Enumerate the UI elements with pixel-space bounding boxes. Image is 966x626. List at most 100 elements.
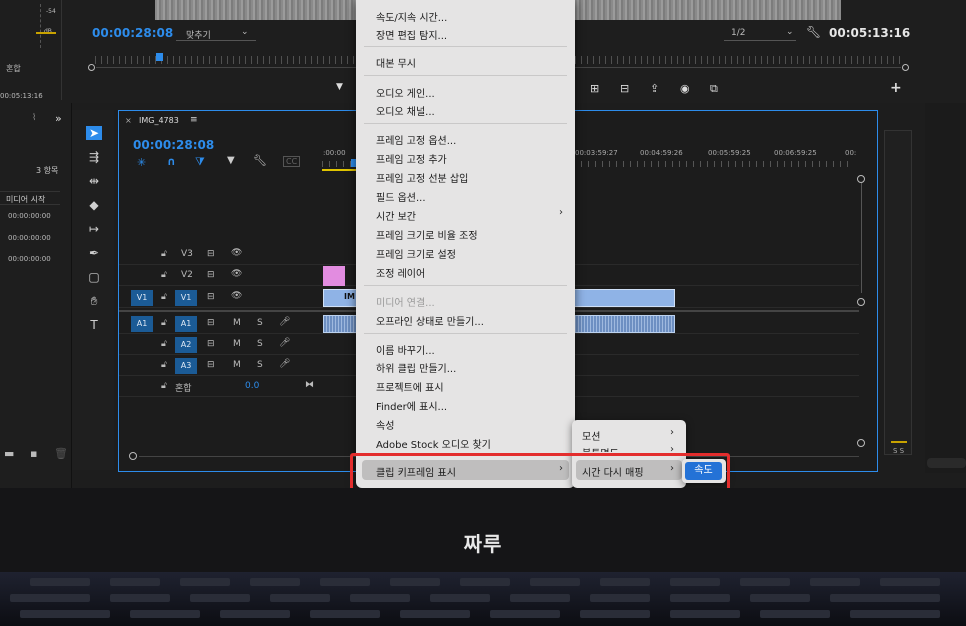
list-item[interactable]: 00:00:00:00 [8, 234, 51, 242]
track-select-tool-icon[interactable]: ⇶ [86, 150, 102, 164]
resolution-dropdown[interactable]: 1/2 [731, 28, 745, 38]
menu-item-adobe-stock-audio[interactable]: Adobe Stock 오디오 찾기 [376, 436, 491, 451]
ripple-edit-tool-icon[interactable]: ⇹ [86, 174, 102, 188]
menu-item-rename[interactable]: 이름 바꾸기... [376, 342, 435, 357]
track-label[interactable]: A2 [175, 337, 197, 353]
solo-button[interactable]: S [257, 360, 263, 370]
source-patch-v1[interactable]: V1 [131, 290, 153, 306]
go-to-end-icon[interactable]: ⧓ [305, 380, 314, 390]
mix-volume-value[interactable]: 0.0 [245, 381, 259, 391]
menu-item-scale-to-frame[interactable]: 프레임 크기로 비율 조정 [376, 227, 478, 242]
microphone-icon[interactable]: 🎤︎ [279, 317, 290, 327]
wrench-icon[interactable]: 🔧︎ [806, 25, 821, 39]
scroll-handle-bottom[interactable] [857, 439, 865, 447]
menu-item-adjustment-layer[interactable]: 조정 레이어 [376, 265, 425, 280]
compare-icon[interactable]: ⧉ [710, 82, 718, 96]
submenu-item-motion[interactable]: 모션 [582, 428, 600, 443]
type-tool-icon[interactable]: T [86, 318, 102, 332]
meter-solo-labels[interactable]: S S [893, 447, 904, 455]
wrench-icon[interactable]: 🔧︎ [253, 154, 267, 167]
overflow-icon[interactable]: » [55, 112, 62, 125]
sequence-tab[interactable]: IMG_4783 [139, 116, 179, 125]
timeline-timecode[interactable]: 00:00:28:08 [133, 138, 214, 152]
extract-icon[interactable]: ⊟ [620, 82, 629, 95]
menu-item-frame-hold-options[interactable]: 프레임 고정 옵션... [376, 132, 456, 147]
marker-icon[interactable]: ▼ [227, 155, 235, 166]
menu-item-time-interpolation[interactable]: 시간 보간 [376, 208, 416, 223]
close-icon[interactable]: × [125, 116, 132, 125]
menu-item-reveal-in-project[interactable]: 프로젝트에 표시 [376, 379, 444, 394]
chevron-down-icon[interactable]: ⌄ [786, 27, 794, 37]
lock-icon[interactable]: 🔓︎ [161, 249, 167, 259]
eye-icon[interactable]: 👁︎ [231, 291, 242, 301]
sync-lock-icon[interactable]: ⊟ [207, 270, 215, 280]
captions-icon[interactable]: CC [283, 156, 301, 167]
trash-icon[interactable]: 🗑︎ [54, 447, 68, 460]
nest-icon[interactable]: ✳ [137, 156, 146, 169]
menu-item-audio-gain[interactable]: 오디오 게인... [376, 85, 435, 100]
track-label[interactable]: V1 [175, 290, 197, 306]
lock-icon[interactable]: 🔓︎ [161, 360, 167, 370]
lock-icon[interactable]: 🔓︎ [161, 339, 167, 349]
eye-icon[interactable]: 👁︎ [231, 269, 242, 279]
sync-lock-icon[interactable]: ⊟ [207, 360, 215, 370]
panel-menu-icon[interactable]: ≡ [190, 115, 198, 125]
lock-icon[interactable]: 🔓︎ [161, 318, 167, 328]
snap-icon[interactable]: ∩ [167, 155, 176, 168]
lock-icon[interactable]: 🔓︎ [161, 381, 167, 391]
menu-item-scene-edit-detect[interactable]: 장면 편집 탐지... [376, 27, 447, 42]
solo-button[interactable]: S [257, 318, 263, 328]
sync-lock-icon[interactable]: ⊟ [207, 318, 215, 328]
track-label[interactable]: A1 [175, 316, 197, 332]
lift-icon[interactable]: ⊞ [590, 82, 599, 95]
menu-item-speed-duration[interactable]: 속도/지속 시간... [376, 9, 447, 24]
mute-button[interactable]: M [233, 318, 241, 328]
hand-tool-icon[interactable]: ✋︎ [86, 294, 102, 308]
scrollbar[interactable] [927, 458, 966, 468]
scroll-handle-right[interactable] [902, 64, 909, 71]
sync-lock-icon[interactable]: ⊟ [207, 249, 215, 259]
playhead-marker[interactable] [156, 53, 163, 61]
scroll-handle-top[interactable] [857, 175, 865, 183]
lock-icon[interactable]: 🔓︎ [161, 270, 167, 280]
menu-item-set-to-frame[interactable]: 프레임 크기로 설정 [376, 246, 456, 261]
linked-selection-icon[interactable]: ⧩ [195, 155, 205, 169]
track-label[interactable]: A3 [175, 358, 197, 374]
menu-item-insert-frame-hold-segment[interactable]: 프레임 고정 선분 삽입 [376, 170, 468, 185]
submenu-item-opacity[interactable]: 불투명도 [582, 445, 619, 452]
menu-item-properties[interactable]: 속성 [376, 417, 394, 432]
panel-scroll-icon[interactable]: ⌇ [32, 113, 36, 123]
mute-button[interactable]: M [233, 339, 241, 349]
menu-item-reveal-in-finder[interactable]: Finder에 표시... [376, 398, 447, 413]
menu-item-audio-channels[interactable]: 오디오 채널... [376, 103, 435, 118]
marker-icon[interactable]: ▼ [336, 82, 343, 92]
slip-tool-icon[interactable]: ↦ [86, 222, 102, 236]
adjustment-layer-clip[interactable] [323, 266, 345, 286]
list-item[interactable]: 00:00:00:00 [8, 212, 51, 220]
menu-item-ignore-transcript[interactable]: 대본 무시 [376, 55, 416, 70]
playhead-timecode[interactable]: 00:00:28:08 [92, 26, 173, 40]
solo-button[interactable]: S [257, 339, 263, 349]
menu-item-add-frame-hold[interactable]: 프레임 고정 추가 [376, 151, 447, 166]
microphone-icon[interactable]: 🎤︎ [279, 338, 290, 348]
list-item[interactable]: 00:00:00:00 [8, 255, 51, 263]
source-patch-a1[interactable]: A1 [131, 316, 153, 332]
column-header[interactable]: 미디어 시작 [6, 194, 45, 205]
mute-button[interactable]: M [233, 360, 241, 370]
rectangle-tool-icon[interactable]: ▢ [86, 270, 102, 284]
lock-icon[interactable]: 🔓︎ [161, 292, 167, 302]
menu-item-field-options[interactable]: 필드 옵션... [376, 189, 426, 204]
export-frame-icon[interactable]: ⇪ [650, 82, 659, 95]
menu-item-make-offline[interactable]: 오프라인 상태로 만들기... [376, 313, 484, 328]
new-item-icon[interactable]: ▪ [30, 447, 37, 460]
razor-tool-icon[interactable]: ◆ [86, 198, 102, 212]
menu-item-make-subclip[interactable]: 하위 클립 만들기... [376, 360, 456, 375]
microphone-icon[interactable]: 🎤︎ [279, 359, 290, 369]
sync-lock-icon[interactable]: ⊟ [207, 292, 215, 302]
folder-icon[interactable]: ▬ [4, 447, 14, 460]
camera-icon[interactable]: ◉ [680, 82, 690, 95]
add-button-icon[interactable]: + [890, 80, 902, 96]
scroll-handle-left[interactable] [88, 64, 95, 71]
pen-tool-icon[interactable]: ✒ [86, 246, 102, 260]
eye-icon[interactable]: 👁︎ [231, 248, 242, 258]
